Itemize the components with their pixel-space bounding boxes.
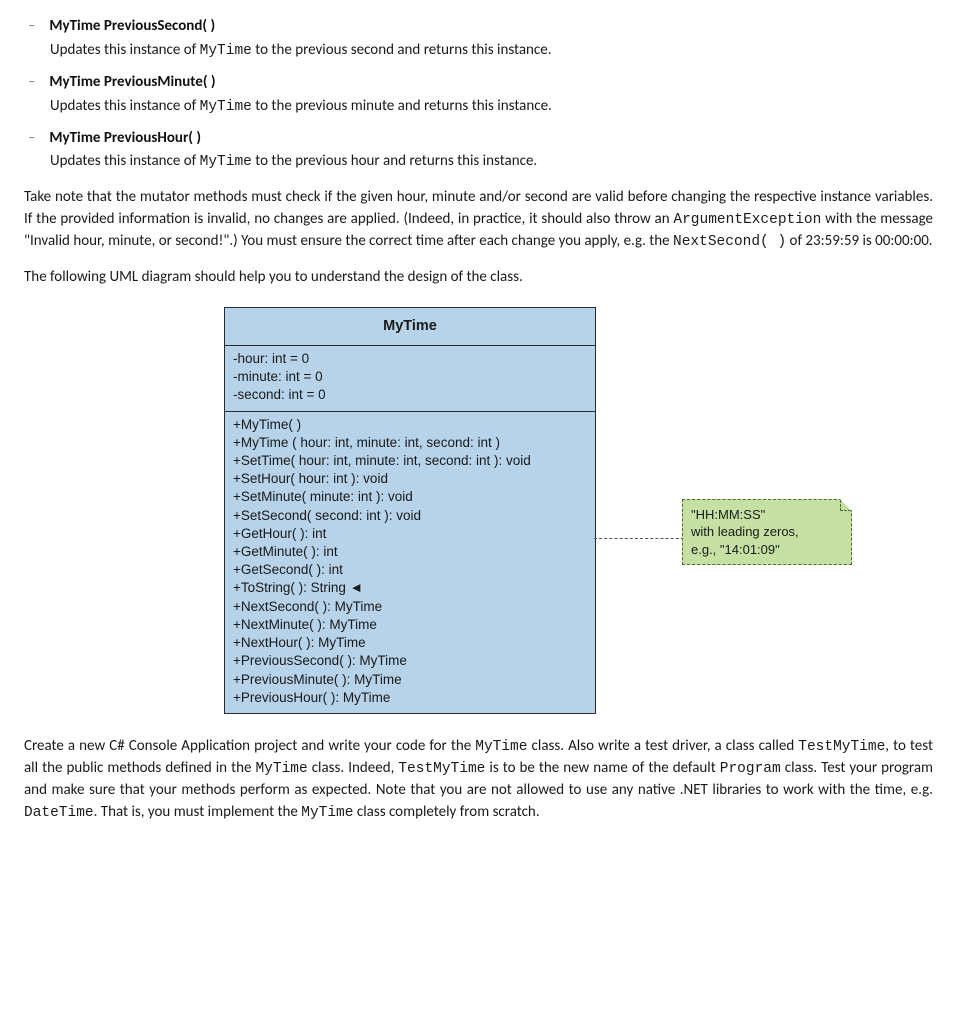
note-line: "HH:MM:SS" <box>691 506 843 524</box>
uml-attribute: -second: int = 0 <box>233 386 587 404</box>
uml-attribute: -hour: int = 0 <box>233 350 587 368</box>
para-text: class. Indeed, <box>308 759 399 777</box>
desc-mono: MyTime <box>200 99 252 115</box>
uml-intro-paragraph: The following UML diagram should help yo… <box>24 267 933 289</box>
para-text: is to be the new name of the default <box>485 759 719 777</box>
uml-operation: +PreviousHour( ): MyTime <box>233 689 587 707</box>
method-item: – MyTime PreviousMinute( ) Updates this … <box>50 72 933 118</box>
uml-attribute: -minute: int = 0 <box>233 368 587 386</box>
desc-text: Updates this instance of <box>50 41 200 59</box>
uml-operations-section: +MyTime( ) +MyTime ( hour: int, minute: … <box>225 412 595 714</box>
desc-text: Updates this instance of <box>50 152 200 170</box>
uml-operation: +MyTime( ) <box>233 416 587 434</box>
uml-operation: +NextHour( ): MyTime <box>233 634 587 652</box>
desc-text: to the previous minute and returns this … <box>252 97 552 115</box>
para-mono: Program <box>720 761 781 777</box>
uml-operation: +PreviousSecond( ): MyTime <box>233 652 587 670</box>
para-text: . That is, you must implement the <box>94 803 302 821</box>
method-description: Updates this instance of MyTime to the p… <box>50 151 933 173</box>
note-line: with leading zeros, <box>691 523 843 541</box>
para-mono: ArgumentException <box>673 212 821 228</box>
para-text: of 23:59:59 is 00:00:00. <box>786 232 932 250</box>
para-mono: DateTime <box>24 805 94 821</box>
uml-note: "HH:MM:SS" with leading zeros, e.g., "14… <box>682 499 852 566</box>
para-mono: TestMyTime <box>798 739 885 755</box>
method-description: Updates this instance of MyTime to the p… <box>50 40 933 62</box>
para-mono: MyTime <box>255 761 307 777</box>
desc-text: to the previous second and returns this … <box>252 41 552 59</box>
uml-operation: +GetHour( ): int <box>233 525 587 543</box>
uml-operation: +PreviousMinute( ): MyTime <box>233 671 587 689</box>
desc-mono: MyTime <box>200 154 252 170</box>
uml-attributes-section: -hour: int = 0 -minute: int = 0 -second:… <box>225 346 595 412</box>
mutator-note-paragraph: Take note that the mutator methods must … <box>24 187 933 253</box>
para-text: class completely from scratch. <box>353 803 539 821</box>
bullet-dash-icon: – <box>28 16 46 38</box>
uml-operation: +ToString( ): String ◄ <box>233 579 587 597</box>
para-mono: MyTime <box>475 739 527 755</box>
task-paragraph: Create a new C# Console Application proj… <box>24 736 933 824</box>
method-item: – MyTime PreviousHour( ) Updates this in… <box>50 128 933 174</box>
method-signature: MyTime PreviousHour( ) <box>49 129 201 147</box>
para-mono: TestMyTime <box>398 761 485 777</box>
uml-operation: +GetMinute( ): int <box>233 543 587 561</box>
note-line: e.g., "14:01:09" <box>691 541 843 559</box>
note-dogear-border <box>840 500 851 511</box>
desc-text: to the previous hour and returns this in… <box>252 152 537 170</box>
uml-operation: +NextMinute( ): MyTime <box>233 616 587 634</box>
uml-operation: +SetMinute( minute: int ): void <box>233 488 587 506</box>
method-list: – MyTime PreviousSecond( ) Updates this … <box>24 16 933 173</box>
para-text: Create a new C# Console Application proj… <box>24 737 475 755</box>
uml-operation: +SetTime( hour: int, minute: int, second… <box>233 452 587 470</box>
bullet-dash-icon: – <box>28 128 46 150</box>
method-signature: MyTime PreviousSecond( ) <box>49 17 215 35</box>
uml-diagram: MyTime -hour: int = 0 -minute: int = 0 -… <box>24 307 933 714</box>
desc-text: Updates this instance of <box>50 97 200 115</box>
uml-class-title: MyTime <box>225 308 595 346</box>
method-description: Updates this instance of MyTime to the p… <box>50 96 933 118</box>
para-mono: MyTime <box>301 805 353 821</box>
para-text: class. Also write a test driver, a class… <box>527 737 798 755</box>
method-item: – MyTime PreviousSecond( ) Updates this … <box>50 16 933 62</box>
para-mono: NextSecond( ) <box>673 234 786 250</box>
uml-operation: +MyTime ( hour: int, minute: int, second… <box>233 434 587 452</box>
uml-operation: +SetSecond( second: int ): void <box>233 507 587 525</box>
uml-operation: +GetSecond( ): int <box>233 561 587 579</box>
uml-class-box: MyTime -hour: int = 0 -minute: int = 0 -… <box>224 307 596 714</box>
uml-note-connector <box>594 538 684 539</box>
method-signature: MyTime PreviousMinute( ) <box>49 73 215 91</box>
uml-operation: +NextSecond( ): MyTime <box>233 598 587 616</box>
desc-mono: MyTime <box>200 43 252 59</box>
bullet-dash-icon: – <box>28 72 46 94</box>
uml-operation: +SetHour( hour: int ): void <box>233 470 587 488</box>
